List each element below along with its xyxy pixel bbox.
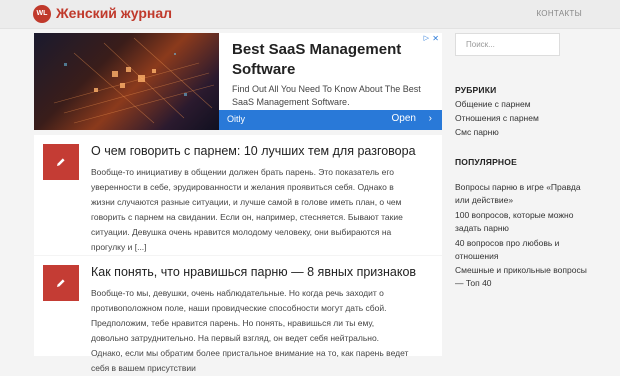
search-placeholder: Поиск... — [466, 40, 495, 49]
ad-open-button[interactable]: Open — [392, 113, 416, 124]
post-title[interactable]: О чем говорить с парнем: 10 лучших тем д… — [91, 143, 416, 159]
post-icon-box[interactable] — [43, 144, 79, 180]
ad-title[interactable]: Best SaaS Management Software — [232, 40, 442, 80]
ad-image[interactable] — [34, 33, 219, 130]
rubric-link[interactable]: Смс парню — [455, 126, 590, 139]
pencil-icon — [57, 158, 65, 166]
rubrics-title: РУБРИКИ — [455, 85, 497, 95]
ad-description: Find Out All You Need To Know About The … — [232, 84, 421, 107]
popular-link[interactable]: 40 вопросов про любовь и отношения — [455, 237, 590, 263]
search-input[interactable]: Поиск... — [455, 33, 560, 56]
chevron-right-icon: › — [428, 113, 432, 124]
post-excerpt: Вообще-то мы, девушки, очень наблюдатель… — [91, 288, 409, 373]
ad-image-grid — [53, 37, 215, 124]
ad-brand: Oitly — [227, 114, 245, 124]
site-header: WL Женский журнал КОНТАКТЫ — [0, 0, 620, 29]
rubric-link[interactable]: Общение с парнем — [455, 98, 590, 111]
rubric-link[interactable]: Отношения с парнем — [455, 112, 590, 125]
post-excerpt: Вообще-то инициативу в общении должен бр… — [91, 167, 403, 252]
pencil-icon — [57, 279, 65, 287]
site-title[interactable]: Женский журнал — [56, 5, 172, 21]
popular-link[interactable]: 100 вопросов, которые можно задать парню — [455, 209, 590, 235]
post-card: Как понять, что нравишься парню — 8 явны… — [34, 256, 442, 373]
popular-link[interactable]: Вопросы парню в игре «Правда или действи… — [455, 181, 590, 207]
post-icon-box[interactable] — [43, 265, 79, 301]
post-title[interactable]: Как понять, что нравишься парню — 8 явны… — [91, 264, 416, 280]
advertisement[interactable]: ▷ ✕ Best SaaS Management Software Find O… — [34, 33, 442, 130]
logo-icon[interactable]: WL — [33, 5, 51, 23]
popular-title: ПОПУЛЯРНОЕ — [455, 157, 517, 167]
nav-contacts-link[interactable]: КОНТАКТЫ — [536, 9, 582, 18]
popular-link[interactable]: Смешные и прикольные вопросы — Топ 40 — [455, 264, 590, 290]
ad-cta-bar[interactable]: Oitly Open › — [219, 110, 442, 130]
post-card: О чем говорить с парнем: 10 лучших тем д… — [34, 135, 442, 255]
